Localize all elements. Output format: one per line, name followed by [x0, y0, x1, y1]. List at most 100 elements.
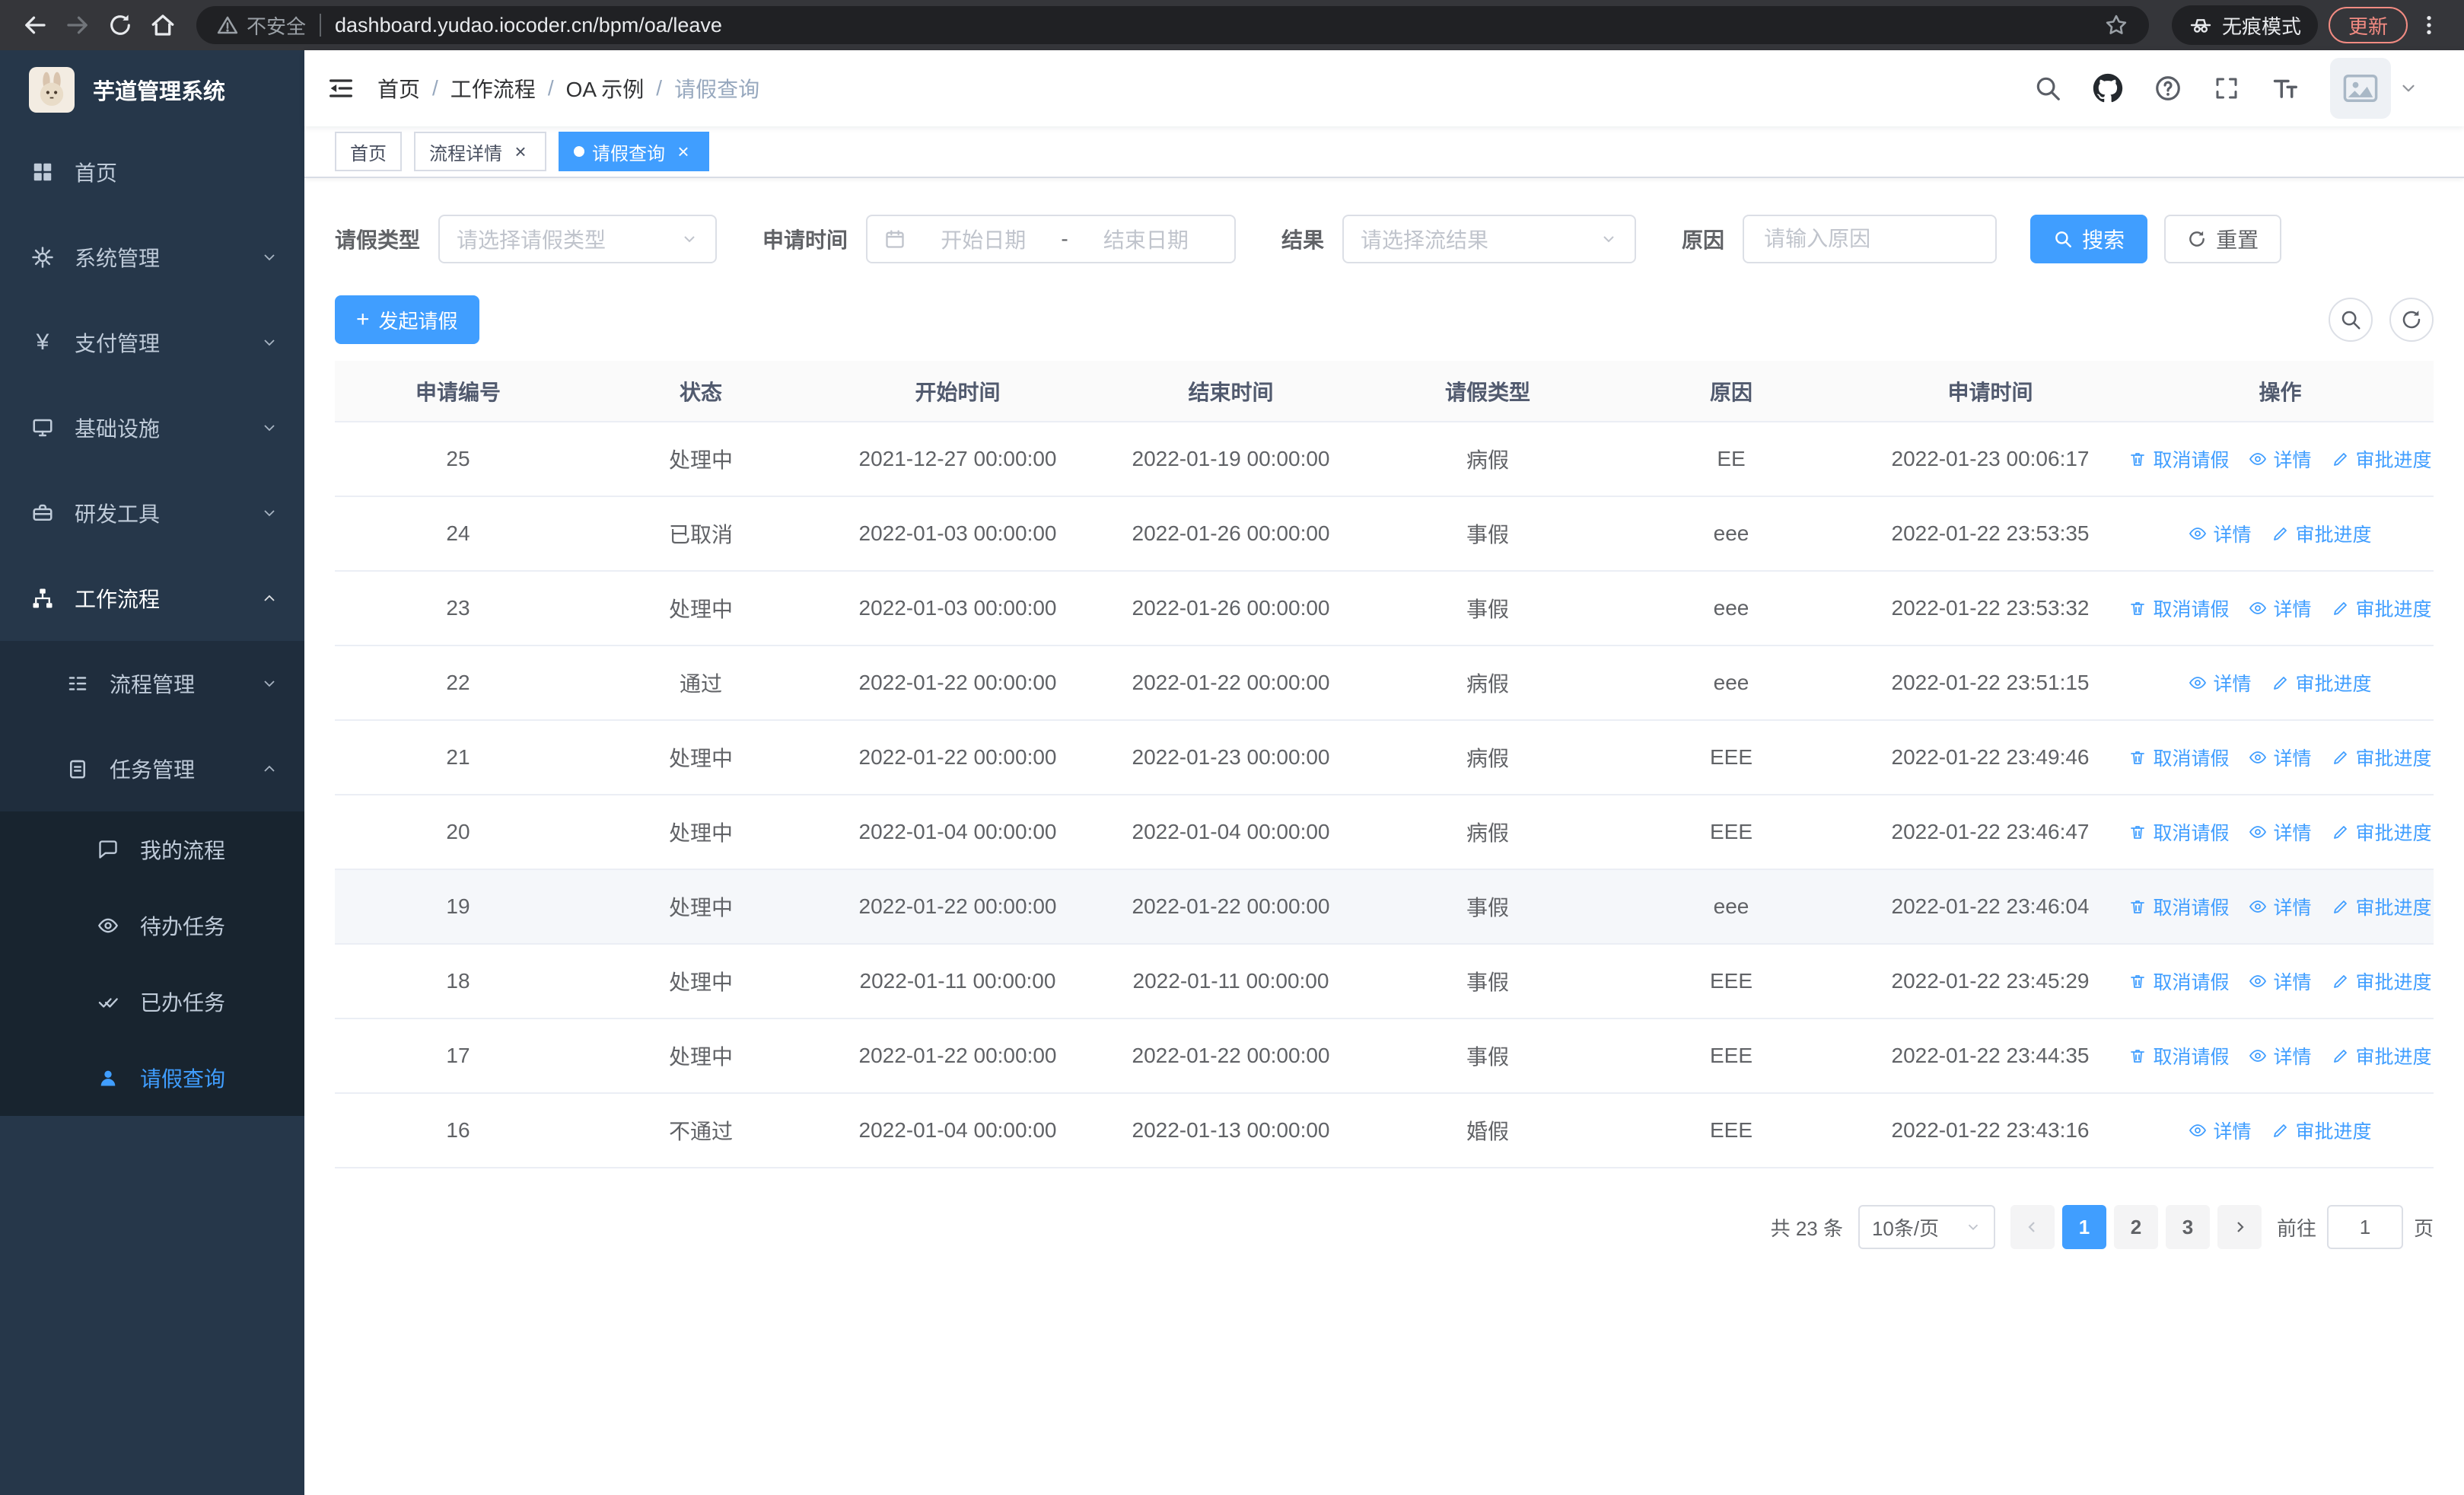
- sidebar-item-task-management[interactable]: 任务管理: [0, 726, 304, 811]
- chevron-up-icon: [260, 760, 279, 778]
- search-button[interactable]: 搜索: [2030, 215, 2148, 263]
- sidebar-collapse-button[interactable]: [304, 50, 377, 126]
- prev-page-button[interactable]: [2010, 1205, 2055, 1249]
- cell-end-time: 2022-01-22 00:00:00: [1095, 869, 1367, 945]
- browser-update-button[interactable]: 更新: [2328, 7, 2408, 43]
- approval-progress-link[interactable]: 审批进度: [2332, 594, 2432, 622]
- sidebar-item-todo-tasks[interactable]: 待办任务: [0, 888, 304, 964]
- cell-actions: 取消请假 详情 审批进度: [2127, 720, 2434, 795]
- cell-end-time: 2022-01-13 00:00:00: [1095, 1093, 1367, 1168]
- detail-link[interactable]: 详情: [2249, 445, 2312, 473]
- toggle-search-button[interactable]: [2329, 298, 2373, 342]
- pager: 1 2 3: [2010, 1205, 2262, 1249]
- end-date-input[interactable]: 结束日期: [1074, 224, 1218, 254]
- tab-process-detail[interactable]: 流程详情: [414, 132, 546, 171]
- edit-icon: [2332, 1047, 2350, 1065]
- sidebar-item-my-process[interactable]: 我的流程: [0, 811, 304, 888]
- approval-progress-link[interactable]: 审批进度: [2332, 818, 2432, 846]
- sidebar-item-process-management[interactable]: 流程管理: [0, 641, 304, 726]
- approval-progress-link[interactable]: 审批进度: [2332, 967, 2432, 995]
- leave-type-select[interactable]: 请选择请假类型: [438, 215, 718, 263]
- close-icon[interactable]: [673, 141, 694, 162]
- cell-reason: EEE: [1609, 795, 1854, 870]
- help-icon[interactable]: [2154, 74, 2182, 103]
- cell-reason: eee: [1609, 571, 1854, 646]
- sidebar-item-system[interactable]: 系统管理: [0, 215, 304, 300]
- detail-link[interactable]: 详情: [2249, 893, 2312, 920]
- next-page-button[interactable]: [2217, 1205, 2262, 1249]
- approval-progress-link[interactable]: 审批进度: [2271, 520, 2372, 547]
- approval-progress-link[interactable]: 审批进度: [2332, 445, 2432, 473]
- browser-menu-button[interactable]: [2408, 4, 2450, 46]
- sidebar-item-payment[interactable]: ¥ 支付管理: [0, 300, 304, 385]
- refresh-table-button[interactable]: [2389, 298, 2434, 342]
- reset-button[interactable]: 重置: [2164, 215, 2282, 263]
- divider: [320, 14, 322, 37]
- reason-input[interactable]: [1764, 227, 1976, 251]
- cancel-leave-link[interactable]: 取消请假: [2128, 445, 2229, 473]
- cancel-leave-link[interactable]: 取消请假: [2128, 594, 2229, 622]
- browser-back-button[interactable]: [14, 4, 56, 46]
- browser-forward-button[interactable]: [56, 4, 99, 46]
- incognito-icon: [2189, 13, 2213, 37]
- tab-leave-query[interactable]: 请假查询: [559, 132, 709, 171]
- goto-prefix: 前往: [2276, 1216, 2316, 1240]
- main-area: 首页 工作流程 OA 示例 请假查询: [304, 50, 2464, 1495]
- close-icon[interactable]: [510, 141, 531, 162]
- fullscreen-icon[interactable]: [2213, 75, 2240, 102]
- cancel-leave-link[interactable]: 取消请假: [2128, 1042, 2229, 1069]
- start-date-input[interactable]: 开始日期: [912, 224, 1055, 254]
- breadcrumb-workflow[interactable]: 工作流程: [450, 73, 536, 104]
- result-select[interactable]: 请选择流结果: [1342, 215, 1637, 263]
- pagination: 共 23 条 10条/页 1 2 3 前往 1 页: [335, 1205, 2434, 1249]
- page-size-select[interactable]: 10条/页: [1858, 1205, 1995, 1249]
- approval-progress-link[interactable]: 审批进度: [2271, 669, 2372, 696]
- table-header-row: 申请编号 状态 开始时间 结束时间 请假类型 原因 申请时间 操作: [335, 361, 2434, 422]
- detail-link[interactable]: 详情: [2249, 744, 2312, 771]
- sidebar-item-infrastructure[interactable]: 基础设施: [0, 385, 304, 470]
- cancel-leave-link[interactable]: 取消请假: [2128, 818, 2229, 846]
- page-button-1[interactable]: 1: [2061, 1205, 2106, 1249]
- sidebar-item-devtools[interactable]: 研发工具: [0, 470, 304, 556]
- security-warning[interactable]: 不安全: [216, 11, 306, 40]
- approval-progress-link[interactable]: 审批进度: [2332, 1042, 2432, 1069]
- sidebar-item-workflow[interactable]: 工作流程: [0, 556, 304, 641]
- detail-link[interactable]: 详情: [2249, 818, 2312, 846]
- tab-home[interactable]: 首页: [335, 132, 402, 171]
- sidebar-item-done-tasks[interactable]: 已办任务: [0, 964, 304, 1040]
- browser-home-button[interactable]: [142, 4, 184, 46]
- cancel-leave-link[interactable]: 取消请假: [2128, 744, 2229, 771]
- date-range-picker[interactable]: 开始日期 - 结束日期: [866, 215, 1237, 263]
- address-bar[interactable]: 不安全 dashboard.yudao.iocoder.cn/bpm/oa/le…: [196, 6, 2149, 44]
- page-button-3[interactable]: 3: [2165, 1205, 2210, 1249]
- bookmark-star-icon[interactable]: [2103, 12, 2129, 38]
- user-menu[interactable]: [2330, 58, 2418, 119]
- github-icon[interactable]: [2093, 73, 2123, 104]
- font-size-icon[interactable]: [2271, 74, 2300, 103]
- cancel-leave-link[interactable]: 取消请假: [2128, 967, 2229, 995]
- edit-icon: [2271, 524, 2290, 543]
- search-icon[interactable]: [2033, 74, 2062, 103]
- edit-icon: [2271, 674, 2290, 692]
- approval-progress-link[interactable]: 审批进度: [2271, 1117, 2372, 1144]
- cell-end-time: 2022-01-19 00:00:00: [1095, 422, 1367, 497]
- eye-icon: [2249, 897, 2267, 916]
- detail-link[interactable]: 详情: [2249, 1042, 2312, 1069]
- detail-link[interactable]: 详情: [2189, 520, 2252, 547]
- create-leave-button[interactable]: 发起请假: [335, 295, 479, 344]
- cancel-leave-link[interactable]: 取消请假: [2128, 893, 2229, 920]
- col-reason: 原因: [1609, 361, 1854, 422]
- detail-link[interactable]: 详情: [2249, 594, 2312, 622]
- page-button-2[interactable]: 2: [2113, 1205, 2158, 1249]
- approval-progress-link[interactable]: 审批进度: [2332, 893, 2432, 920]
- logo[interactable]: 芋道管理系统: [0, 50, 304, 129]
- sidebar-item-leave-query[interactable]: 请假查询: [0, 1040, 304, 1116]
- detail-link[interactable]: 详情: [2189, 669, 2252, 696]
- breadcrumb-home[interactable]: 首页: [377, 73, 420, 104]
- approval-progress-link[interactable]: 审批进度: [2332, 744, 2432, 771]
- sidebar-item-home[interactable]: 首页: [0, 129, 304, 215]
- detail-link[interactable]: 详情: [2189, 1117, 2252, 1144]
- goto-page-input[interactable]: [2326, 1205, 2403, 1249]
- browser-reload-button[interactable]: [99, 4, 142, 46]
- detail-link[interactable]: 详情: [2249, 967, 2312, 995]
